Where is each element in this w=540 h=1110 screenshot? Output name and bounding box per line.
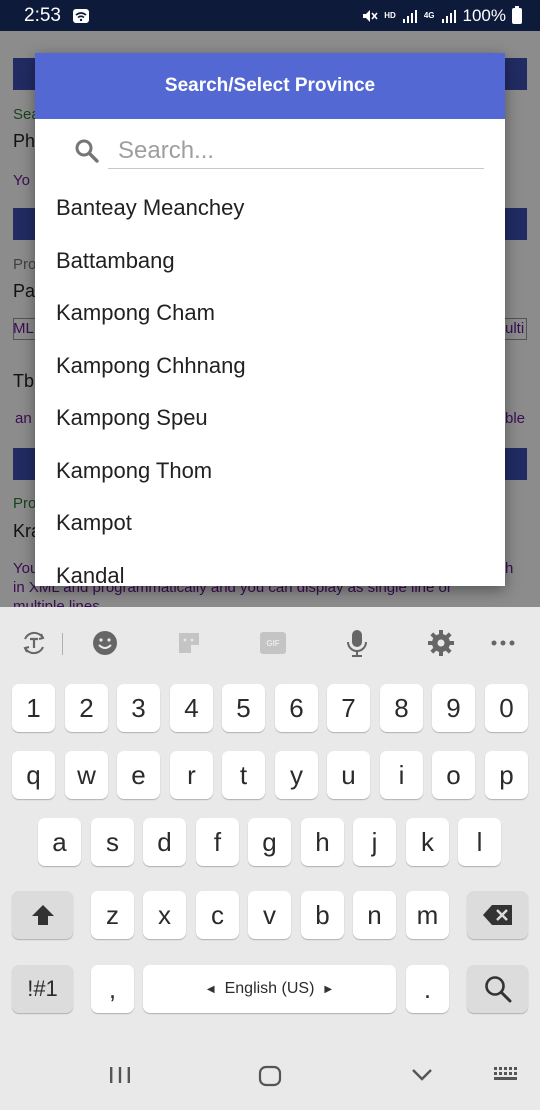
microphone-icon[interactable] — [343, 629, 371, 657]
key-9[interactable]: 9 — [432, 684, 475, 732]
hide-keyboard-icon[interactable] — [410, 1065, 434, 1085]
key-b[interactable]: b — [301, 891, 344, 939]
space-key[interactable]: ◀ English (US) ▶ — [143, 965, 396, 1013]
recent-apps-icon[interactable] — [108, 1065, 132, 1085]
gif-label: GIF — [260, 632, 286, 654]
backspace-icon — [482, 905, 512, 925]
province-item[interactable]: Battambang — [35, 235, 505, 288]
backspace-key[interactable] — [467, 891, 528, 939]
search-key[interactable] — [467, 965, 528, 1013]
province-item[interactable]: Kampong Speu — [35, 392, 505, 445]
key-1[interactable]: 1 — [12, 684, 55, 732]
status-time: 2:53 — [24, 4, 61, 26]
key-8[interactable]: 8 — [380, 684, 423, 732]
province-list: Banteay Meanchey Battambang Kampong Cham… — [35, 182, 505, 586]
symbols-key[interactable]: !#1 — [12, 965, 73, 1013]
key-f[interactable]: f — [196, 818, 239, 866]
key-c[interactable]: c — [196, 891, 239, 939]
gif-icon[interactable]: GIF — [259, 629, 287, 657]
toolbar-divider — [62, 633, 63, 655]
key-2[interactable]: 2 — [65, 684, 108, 732]
search-row — [35, 119, 505, 182]
key-e[interactable]: e — [117, 751, 160, 799]
period-key[interactable]: . — [406, 965, 449, 1013]
mute-icon — [363, 9, 378, 22]
key-d[interactable]: d — [143, 818, 186, 866]
province-item[interactable]: Kampong Thom — [35, 445, 505, 498]
shift-key[interactable] — [12, 891, 73, 939]
space-key-label: English (US) — [224, 980, 315, 997]
key-4[interactable]: 4 — [170, 684, 213, 732]
key-h[interactable]: h — [301, 818, 344, 866]
key-n[interactable]: n — [353, 891, 396, 939]
key-5[interactable]: 5 — [222, 684, 265, 732]
key-w[interactable]: w — [65, 751, 108, 799]
key-l[interactable]: l — [458, 818, 501, 866]
key-7[interactable]: 7 — [327, 684, 370, 732]
key-6[interactable]: 6 — [275, 684, 318, 732]
key-z[interactable]: z — [91, 891, 134, 939]
key-g[interactable]: g — [248, 818, 291, 866]
province-item[interactable]: Kampong Cham — [35, 287, 505, 340]
province-item[interactable]: Kandal — [35, 550, 505, 586]
dialog-header: Search/Select Province — [35, 53, 505, 119]
battery-icon — [512, 5, 522, 24]
key-i[interactable]: i — [380, 751, 423, 799]
shift-icon — [31, 905, 54, 925]
keyboard-toolbar: GIF — [0, 607, 540, 677]
language-next-icon: ▶ — [324, 983, 333, 995]
key-a[interactable]: a — [38, 818, 81, 866]
province-select-dialog: Search/Select Province Banteay Meanchey … — [35, 53, 505, 586]
status-bar: 2:53 HD 4G 100% — [0, 0, 540, 31]
key-3[interactable]: 3 — [117, 684, 160, 732]
key-s[interactable]: s — [91, 818, 134, 866]
key-r[interactable]: r — [170, 751, 213, 799]
key-t[interactable]: t — [222, 751, 265, 799]
comma-key[interactable]: , — [91, 965, 134, 1013]
language-prev-icon: ◀ — [206, 983, 215, 995]
settings-icon[interactable] — [427, 629, 455, 657]
emoji-icon[interactable] — [91, 629, 119, 657]
on-screen-keyboard: GIF 1 2 3 4 5 6 7 8 9 0 q w e r t y u i … — [0, 607, 540, 1043]
more-icon[interactable] — [489, 629, 517, 657]
network-type-label: 4G — [423, 11, 435, 20]
key-v[interactable]: v — [248, 891, 291, 939]
key-y[interactable]: y — [275, 751, 318, 799]
translate-icon[interactable] — [20, 629, 48, 657]
key-o[interactable]: o — [432, 751, 475, 799]
key-q[interactable]: q — [12, 751, 55, 799]
space-key-label-wrap: ◀ English (US) ▶ — [207, 980, 332, 998]
home-icon[interactable] — [258, 1065, 282, 1087]
key-0[interactable]: 0 — [485, 684, 528, 732]
key-p[interactable]: p — [485, 751, 528, 799]
province-item[interactable]: Kampong Chhnang — [35, 340, 505, 393]
sticker-icon[interactable] — [175, 629, 203, 657]
dialog-title: Search/Select Province — [164, 75, 376, 96]
navigation-bar — [0, 1043, 540, 1110]
key-x[interactable]: x — [143, 891, 186, 939]
search-icon — [75, 139, 99, 163]
battery-percent: 100% — [462, 5, 506, 25]
key-m[interactable]: m — [406, 891, 449, 939]
signal-icon-2 — [441, 9, 456, 23]
province-item[interactable]: Kampot — [35, 497, 505, 550]
key-j[interactable]: j — [353, 818, 396, 866]
key-u[interactable]: u — [327, 751, 370, 799]
search-input[interactable] — [108, 133, 484, 169]
keyboard-switch-icon[interactable] — [492, 1065, 520, 1083]
key-k[interactable]: k — [406, 818, 449, 866]
search-key-icon — [484, 976, 511, 1003]
hd-label: HD — [384, 11, 396, 20]
wifi-icon — [72, 8, 89, 23]
province-item[interactable]: Banteay Meanchey — [35, 182, 505, 235]
signal-icon — [402, 9, 417, 23]
